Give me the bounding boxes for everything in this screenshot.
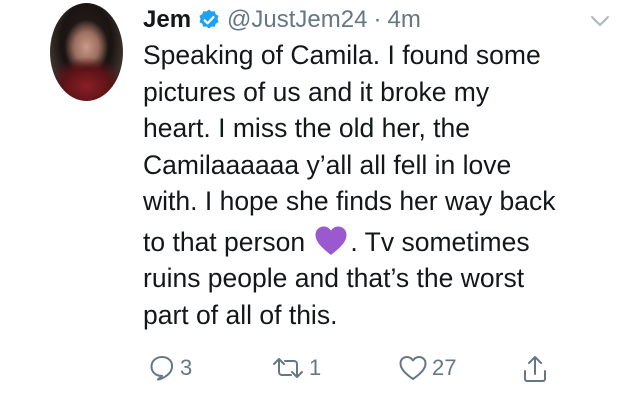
retweet-button[interactable]: 1 bbox=[271, 354, 321, 382]
tweet-text-line: part of all of this. bbox=[143, 299, 338, 330]
retweet-count: 1 bbox=[309, 355, 322, 380]
tweet-text-line: Speaking of Camila. I found some bbox=[143, 40, 541, 70]
reply-icon bbox=[150, 356, 174, 381]
header-separator: · bbox=[373, 6, 382, 33]
share-icon bbox=[524, 356, 546, 382]
tweet-timestamp[interactable]: 4m bbox=[387, 6, 420, 34]
like-count: 27 bbox=[432, 355, 457, 380]
retweet-icon bbox=[273, 358, 303, 378]
tweet-text-line: Camilaaaaaa y’all all fell in love bbox=[143, 149, 512, 180]
like-icon bbox=[399, 356, 427, 380]
author-handle[interactable]: @JustJem24 bbox=[227, 6, 367, 34]
tweet-text-line: with. I hope she finds her way back bbox=[143, 186, 556, 216]
chevron-down-icon[interactable] bbox=[588, 9, 612, 33]
tweet-text-line: ruins people and that’s the worst bbox=[143, 263, 525, 293]
reply-count: 3 bbox=[180, 355, 193, 380]
tweet-text-segment: to that person bbox=[143, 226, 313, 257]
tweet: Jem @JustJem24 · 4m Speaking of Camila. … bbox=[0, 0, 640, 401]
tweet-text: Speaking of Camila. I found some picture… bbox=[143, 37, 613, 333]
tweet-text-segment: . Tv sometimes bbox=[350, 226, 530, 257]
tweet-header: Jem @JustJem24 · 4m bbox=[143, 4, 421, 36]
reply-button[interactable]: 3 bbox=[148, 354, 192, 382]
avatar[interactable] bbox=[50, 3, 123, 101]
verified-badge-icon bbox=[199, 9, 219, 29]
tweet-text-line: pictures of us and it broke my bbox=[143, 76, 490, 107]
tweet-text-line: heart. I miss the old her, the bbox=[143, 113, 471, 143]
like-button[interactable]: 27 bbox=[398, 354, 456, 382]
share-button[interactable] bbox=[521, 354, 549, 384]
author-name[interactable]: Jem bbox=[143, 6, 191, 34]
tweet-text-line: to that person . Tv sometimes bbox=[143, 224, 613, 261]
tweet-actions: 3 1 27 bbox=[143, 354, 583, 386]
purple-heart-icon bbox=[315, 226, 347, 255]
